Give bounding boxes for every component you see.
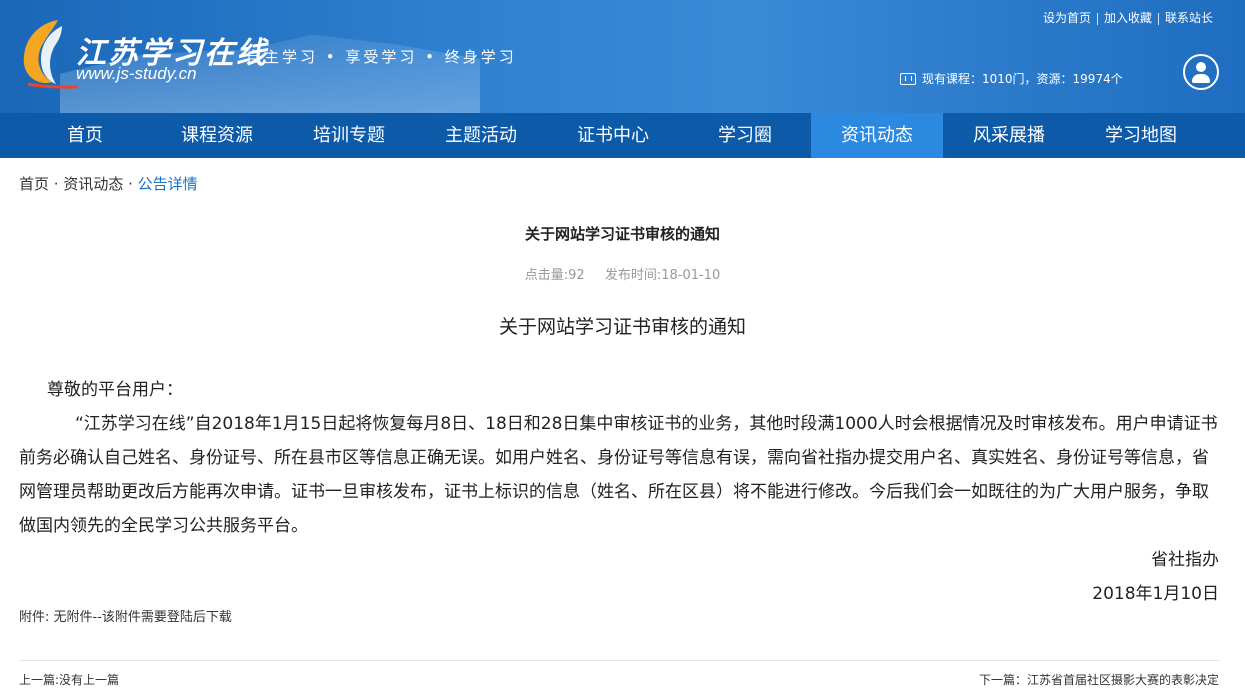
next-label: 下一篇：: [978, 673, 1027, 687]
nav-item-training-topics[interactable]: 培训专题: [283, 113, 415, 158]
divider: [19, 660, 1219, 661]
nav-item-certificate-center[interactable]: 证书中心: [547, 113, 679, 158]
top-links: 设为首页 加入收藏 联系站长: [1037, 9, 1219, 26]
nav-item-study-circle[interactable]: 学习圈: [679, 113, 811, 158]
course-stats-text: 现有课程：1010门，资源：19974个: [922, 72, 1123, 86]
article-paragraph: “江苏学习在线”自2018年1月15日起将恢复每月8日、18日和28日集中审核证…: [19, 414, 1218, 536]
attachment-label: 附件:: [19, 610, 50, 625]
breadcrumb-current: 公告详情: [137, 175, 198, 193]
breadcrumb-separator: ·: [123, 175, 138, 193]
article-signature: 省社指办: [1151, 550, 1219, 570]
site-logo[interactable]: 江苏学习在线 www.js-study.cn: [18, 12, 266, 92]
breadcrumb-news[interactable]: 资讯动态: [63, 175, 123, 193]
site-slogan: 自主学习 • 享受学习 • 终身学习: [246, 48, 517, 66]
course-stats: 现有课程：1010门，资源：19974个: [900, 70, 1123, 87]
next-article[interactable]: 下一篇：江苏省首届社区摄影大赛的表彰决定: [979, 671, 1219, 688]
nav-item-theme-activities[interactable]: 主题活动: [415, 113, 547, 158]
attachment-value: 无附件--该附件需要登陆后下载: [53, 610, 232, 625]
nav-item-news[interactable]: 资讯动态: [811, 113, 943, 158]
next-value[interactable]: 江苏省首届社区摄影大赛的表彰决定: [1027, 673, 1219, 687]
nav-item-course-resources[interactable]: 课程资源: [151, 113, 283, 158]
prev-label: 上一篇:: [19, 673, 60, 687]
attachment-info: 附件: 无附件--该附件需要登陆后下载: [19, 606, 232, 625]
main-nav: 首页 课程资源 培训专题 主题活动 证书中心 学习圈 资讯动态 风采展播 学习地…: [0, 113, 1245, 158]
publish-time: 发布时间:18-01-10: [604, 268, 721, 283]
prev-article[interactable]: 上一篇:没有上一篇: [19, 671, 119, 688]
logo-url: www.js-study.cn: [76, 64, 197, 83]
breadcrumb-separator: ·: [49, 175, 64, 193]
article-heading: 关于网站学习证书审核的通知: [498, 316, 746, 338]
prev-value: 没有上一篇: [59, 673, 120, 687]
breadcrumb-home[interactable]: 首页: [19, 175, 49, 193]
click-count: 点击量:92: [524, 268, 585, 283]
set-homepage-link[interactable]: 设为首页: [1037, 11, 1097, 25]
breadcrumb: 首页 · 资讯动态 · 公告详情: [19, 173, 198, 194]
add-favorite-link[interactable]: 加入收藏: [1098, 11, 1158, 25]
article-meta: 点击量:92 发布时间:18-01-10: [0, 264, 1245, 283]
user-avatar-icon[interactable]: [1183, 54, 1219, 90]
nav-item-showcase[interactable]: 风采展播: [943, 113, 1075, 158]
article-title: 关于网站学习证书审核的通知: [524, 225, 720, 243]
article-body: 尊敬的平台用户： “江苏学习在线”自2018年1月15日起将恢复每月8日、18日…: [19, 373, 1219, 611]
butterfly-logo-icon: [23, 20, 78, 89]
article-greeting: 尊敬的平台用户：: [47, 380, 183, 400]
film-icon: [900, 72, 916, 85]
nav-item-study-map[interactable]: 学习地图: [1075, 113, 1207, 158]
contact-admin-link[interactable]: 联系站长: [1159, 11, 1219, 25]
site-header: 江苏学习在线 www.js-study.cn 自主学习 • 享受学习 • 终身学…: [0, 0, 1245, 113]
nav-item-home[interactable]: 首页: [19, 113, 151, 158]
